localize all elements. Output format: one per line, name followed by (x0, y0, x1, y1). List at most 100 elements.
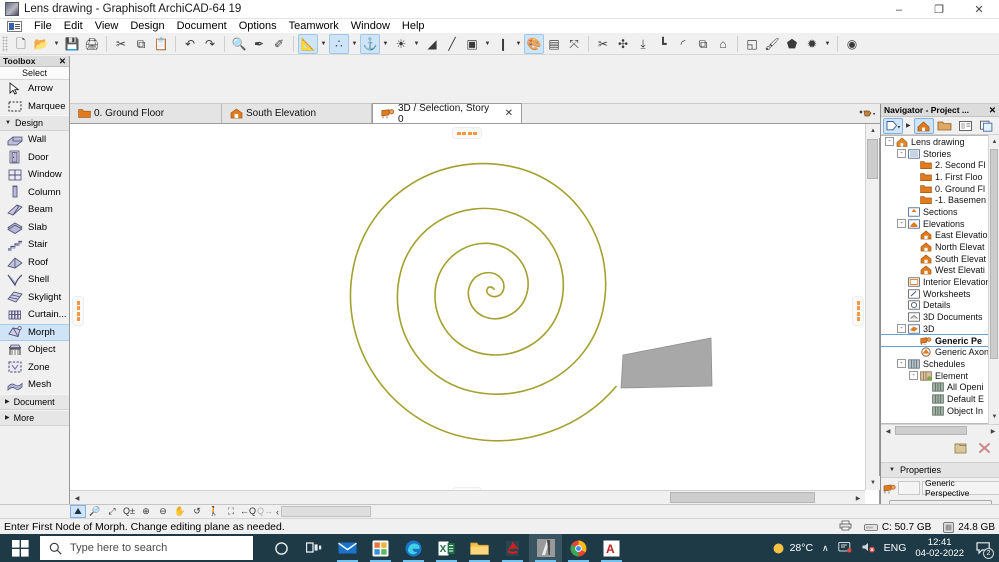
toolbox-item-zone[interactable]: Zone (0, 359, 69, 377)
vscroll-thumb[interactable] (867, 139, 878, 179)
save-icon[interactable]: 💾 (62, 34, 82, 54)
menu-document[interactable]: Document (171, 19, 233, 33)
wedge-icon[interactable]: ◢ (422, 34, 442, 54)
fit-in-window-icon[interactable]: ⤢ (104, 505, 120, 518)
3d-canvas[interactable] (70, 124, 865, 490)
offset-icon[interactable]: ⧉ (693, 34, 713, 54)
chevron-down-icon[interactable]: ▼ (822, 34, 833, 54)
scroll-up-icon[interactable]: ▲ (866, 124, 880, 138)
navigator-back-icon[interactable] (883, 117, 903, 134)
tree-item-2-second-fl[interactable]: 2. Second Fl (881, 159, 999, 171)
paste-icon[interactable]: 📋 (151, 34, 171, 54)
taskbar-acrobat-reader-icon[interactable] (496, 534, 529, 562)
taskbar-store-icon[interactable] (364, 534, 397, 562)
splitter-right[interactable] (853, 297, 863, 325)
sun-icon[interactable]: ☀ (391, 34, 411, 54)
toolbox-group-more[interactable]: ▶ More (0, 409, 69, 426)
menu-teamwork[interactable]: Teamwork (283, 19, 345, 33)
menu-file[interactable]: File (28, 19, 58, 33)
windows-start-icon[interactable] (0, 534, 40, 562)
tree-item-3d[interactable]: - 3D (881, 323, 999, 335)
tab-0-ground-floor[interactable]: 0. Ground Floor (70, 104, 222, 123)
gravity-icon[interactable]: ⚓ (360, 33, 380, 54)
taskbar-edge-icon[interactable] (397, 534, 430, 562)
weather-widget[interactable]: 28°C (772, 542, 813, 555)
search-input[interactable]: Type here to search (40, 536, 253, 560)
toolbox-item-marquee[interactable]: Marquee (0, 98, 69, 116)
undo-icon[interactable]: ↶ (180, 34, 200, 54)
pen-icon[interactable]: ❙ (493, 34, 513, 54)
taskbar-cortana-icon[interactable] (265, 534, 298, 562)
render-icon[interactable]: 🎨 (524, 33, 544, 54)
toolbox-item-beam[interactable]: Beam (0, 201, 69, 219)
orbit-icon[interactable]: ⛰ (70, 505, 86, 518)
chevron-down-icon[interactable]: ▼ (318, 34, 329, 54)
navigator-project-tree[interactable]: - Lens drawing - Stories 2. Second Fl 1. Firs… (881, 135, 999, 424)
scroll-down-icon[interactable]: ▼ (866, 476, 880, 490)
tree-item-sections[interactable]: Sections (881, 206, 999, 218)
tab-3d-selection-story-0[interactable]: 3D / Selection, Story 0 ✕ (372, 103, 522, 125)
nav-back-icon[interactable]: ‹ (276, 507, 279, 517)
pan-icon[interactable]: ✋ (172, 505, 188, 518)
explore-icon[interactable]: 🔎 (87, 505, 103, 518)
toolbox-close-icon[interactable]: ✕ (59, 56, 66, 67)
toolbar-grip[interactable] (2, 35, 8, 52)
tree-item-all-openi[interactable]: All Openi (881, 381, 999, 393)
tree-expander-icon[interactable]: - (897, 149, 906, 159)
tree-item-object-in[interactable]: Object In (881, 405, 999, 417)
tree-item-stories[interactable]: - Stories (881, 148, 999, 160)
nav-hscroll-thumb[interactable] (895, 426, 967, 435)
project-map-icon[interactable] (913, 117, 934, 134)
tree-item-default-e[interactable]: Default E (881, 393, 999, 405)
property-blank-field[interactable] (898, 481, 920, 495)
publisher-sets-icon[interactable] (977, 118, 997, 134)
split-icon[interactable]: ✂ (593, 34, 613, 54)
canvas-vertical-scrollbar[interactable]: ▲ ▼ (865, 124, 880, 490)
cut-icon[interactable]: ✂ (111, 34, 131, 54)
measure-icon[interactable]: 📐 (298, 33, 318, 54)
tree-item-lens-drawing[interactable]: - Lens drawing (881, 136, 999, 148)
menu-window[interactable]: Window (345, 19, 396, 33)
walk-icon[interactable]: 🚶 (206, 505, 222, 518)
tree-item-generic-pe[interactable]: Generic Pe (881, 333, 999, 348)
chevron-down-icon[interactable]: ▼ (482, 34, 493, 54)
previous-zoom-icon[interactable]: ↺ (189, 505, 205, 518)
menu-design[interactable]: Design (124, 19, 170, 33)
tree-expander-icon[interactable]: - (885, 137, 894, 147)
taskbar-mail-icon[interactable] (331, 534, 364, 562)
tree-item-elevations[interactable]: - Elevations (881, 218, 999, 230)
scroll-right-icon[interactable]: ▶ (986, 425, 999, 437)
tree-item-east-elevatio[interactable]: East Elevatio (881, 230, 999, 242)
property-value[interactable]: Generic Perspective (922, 478, 999, 498)
tree-expander-icon[interactable]: - (897, 359, 906, 369)
scroll-up-icon[interactable]: ▲ (989, 135, 999, 149)
scroll-left-icon[interactable]: ◀ (70, 491, 84, 505)
system-menu-icon[interactable] (7, 20, 22, 32)
tree-item-details[interactable]: Details (881, 300, 999, 312)
toolbox-design-group[interactable]: ▼ Design (0, 115, 69, 131)
volume-muted-icon[interactable] (861, 541, 875, 556)
toolbox-item-skylight[interactable]: Skylight (0, 289, 69, 307)
drag-icon[interactable]: ✣ (613, 34, 633, 54)
3d-cutaway-icon[interactable]: ◱ (742, 34, 762, 54)
tree-item-worksheets[interactable]: Worksheets (881, 288, 999, 300)
chevron-down-icon[interactable]: ▼ (51, 34, 62, 54)
toolbox-item-window[interactable]: Window (0, 166, 69, 184)
zoom-prev-icon[interactable]: ←Q (240, 505, 256, 518)
toolbox-item-column[interactable]: Column (0, 184, 69, 202)
3d-view-icon[interactable]: ⬟ (782, 34, 802, 54)
delete-view-icon[interactable] (974, 440, 994, 456)
tab-close-icon[interactable]: ✕ (495, 108, 513, 119)
tree-item-1-first-floo[interactable]: 1. First Floo (881, 171, 999, 183)
view-map-icon[interactable] (935, 118, 955, 134)
zoom-in-out-icon[interactable]: Q± (121, 505, 137, 518)
tree-item-south-elevat[interactable]: South Elevat (881, 253, 999, 265)
chevron-down-icon[interactable]: ▼ (513, 34, 524, 54)
tree-item-generic-axon[interactable]: Generic Axon (881, 346, 999, 358)
splitter-left[interactable] (73, 297, 83, 325)
toolbox-item-curtain-[interactable]: Curtain... (0, 306, 69, 324)
navigator-horizontal-scrollbar[interactable]: ◀ ▶ (881, 424, 999, 437)
dimension-icon[interactable]: ⤧ (564, 34, 584, 54)
globe-icon[interactable]: ◉ (842, 34, 862, 54)
grid-snap-icon[interactable]: ∴ (329, 33, 349, 54)
